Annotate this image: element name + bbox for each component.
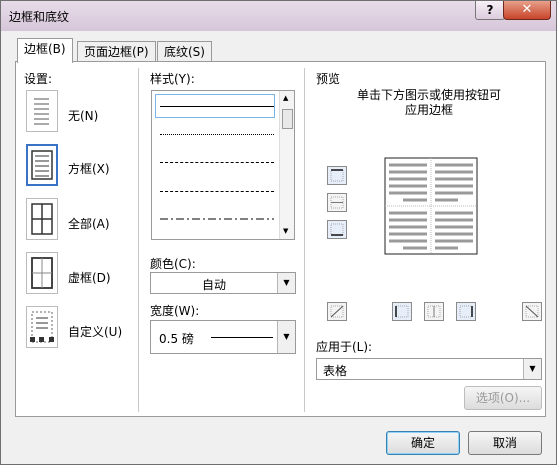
setting-all-icon[interactable] (26, 198, 58, 240)
borders-shading-dialog: 边框和底纹 ? ✕ 边框(B) 页面边框(P) 底纹(S) 设置: 无(N) 方… (0, 0, 557, 465)
tab-shading[interactable]: 底纹(S) (157, 41, 212, 62)
border-inner-horizontal-button[interactable] (327, 193, 347, 212)
all-preview-icon (31, 203, 53, 235)
ok-button[interactable]: 确定 (386, 431, 460, 455)
options-button[interactable]: 选项(O)... (464, 386, 542, 410)
width-label: 宽度(W): (150, 304, 200, 318)
setting-grid-icon[interactable] (26, 252, 58, 294)
preview-area[interactable] (383, 156, 479, 256)
scroll-down-icon[interactable]: ▼ (283, 227, 288, 235)
box-preview-icon (31, 150, 53, 180)
separator-left (138, 68, 139, 412)
width-value: 0.5 磅 (159, 332, 194, 346)
setting-custom-label[interactable]: 自定义(U) (68, 323, 122, 340)
title-bar: 边框和底纹 ? ✕ (1, 1, 556, 31)
borders-panel: 设置: 无(N) 方框(X) 全部(A) 虚框(D) 自定义(U) 样式(Y):… (15, 61, 546, 417)
style-dashed-fine-line[interactable] (160, 162, 274, 163)
none-preview-icon (34, 98, 49, 125)
setting-box-label[interactable]: 方框(X) (68, 160, 110, 177)
table-preview-icon (384, 157, 478, 255)
scroll-up-icon[interactable]: ▲ (283, 94, 288, 102)
color-value: 自动 (201, 278, 226, 292)
apply-to-value: 表格 (323, 364, 348, 378)
diagonal-up-icon (330, 305, 344, 318)
separator-right (304, 68, 305, 412)
grid-preview-icon (31, 257, 53, 289)
style-heading: 样式(Y): (150, 72, 195, 86)
border-right-button[interactable] (456, 302, 476, 321)
setting-all-label[interactable]: 全部(A) (68, 215, 110, 232)
dialog-body: 边框(B) 页面边框(P) 底纹(S) 设置: 无(N) 方框(X) 全部(A)… (7, 33, 550, 459)
border-left-button[interactable] (392, 302, 412, 321)
apply-to-label: 应用于(L): (316, 340, 373, 354)
chevron-down-icon[interactable]: ▼ (277, 321, 295, 353)
tab-borders[interactable]: 边框(B) (17, 38, 73, 63)
preview-heading: 预览 (316, 72, 341, 86)
color-dropdown[interactable]: 自动 ▼ (150, 272, 296, 294)
inner-vertical-icon (427, 305, 441, 318)
width-sample-line (211, 337, 273, 338)
window-title: 边框和底纹 (9, 10, 70, 24)
style-dashed-line[interactable] (160, 191, 274, 192)
close-button[interactable]: ✕ (503, 1, 551, 20)
border-diagonal-up-button[interactable] (522, 302, 542, 321)
bottom-border-icon (330, 223, 344, 236)
cancel-button[interactable]: 取消 (468, 431, 542, 455)
diagonal-down-icon (525, 305, 539, 318)
style-list[interactable]: ▲ ▼ (151, 90, 295, 240)
style-list-scrollbar[interactable]: ▲ ▼ (279, 91, 294, 239)
chevron-down-icon[interactable]: ▼ (277, 273, 295, 293)
setting-box-icon[interactable] (26, 144, 58, 186)
setting-heading: 设置: (24, 72, 53, 86)
chevron-down-icon[interactable]: ▼ (523, 359, 541, 379)
apply-to-dropdown[interactable]: 表格 ▼ (316, 358, 542, 380)
border-top-button[interactable] (327, 166, 347, 185)
setting-none-label[interactable]: 无(N) (68, 107, 98, 124)
setting-custom-icon[interactable] (26, 306, 58, 348)
top-border-icon (330, 169, 344, 182)
tab-page-border[interactable]: 页面边框(P) (77, 41, 156, 62)
help-button[interactable]: ? (475, 1, 505, 20)
style-solid-line[interactable] (160, 106, 274, 107)
style-dotted-line[interactable] (160, 134, 274, 135)
setting-none-icon[interactable] (26, 90, 58, 132)
color-label: 颜色(C): (150, 257, 196, 271)
setting-grid-label[interactable]: 虚框(D) (68, 269, 111, 286)
preview-hint-line1: 单击下方图示或使用按钮可 (356, 88, 501, 102)
scroll-thumb[interactable] (282, 109, 293, 129)
left-border-icon (395, 305, 409, 318)
custom-preview-icon (30, 311, 54, 343)
border-diagonal-down-button[interactable] (327, 302, 347, 321)
border-bottom-button[interactable] (327, 220, 347, 239)
inner-horizontal-icon (330, 196, 344, 209)
preview-hint-line2: 应用边框 (404, 103, 453, 117)
preview-hint: 单击下方图示或使用按钮可 应用边框 (316, 88, 542, 118)
right-border-icon (459, 305, 473, 318)
border-inner-vertical-button[interactable] (424, 302, 444, 321)
width-dropdown[interactable]: 0.5 磅 ▼ (150, 320, 296, 354)
